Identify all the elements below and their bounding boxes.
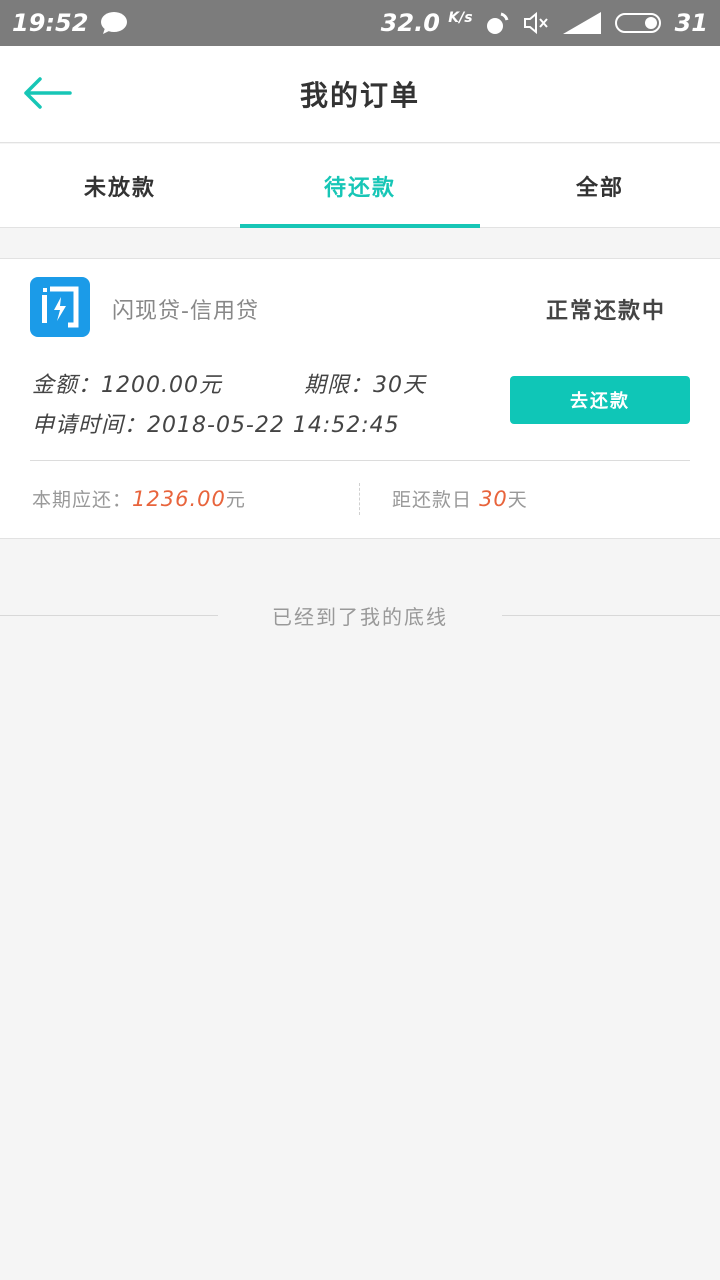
product-logo-icon xyxy=(42,286,79,328)
order-status: 正常还款中 xyxy=(545,299,666,324)
footer-separator xyxy=(359,483,360,515)
chat-bubble-icon xyxy=(100,11,128,35)
days-until-due: 距还款日 30天 xyxy=(392,485,528,512)
days-left-unit: 天 xyxy=(507,489,528,511)
term-value: 30天 xyxy=(373,373,427,398)
tab-all[interactable]: 全部 xyxy=(480,144,720,227)
current-due: 本期应还：1236.00元 xyxy=(32,485,246,512)
tab-unreleased[interactable]: 未放款 xyxy=(0,144,240,227)
battery-icon xyxy=(614,12,663,34)
status-bar-left: 19:52 xyxy=(12,9,128,37)
term-label: 期限： xyxy=(304,373,374,398)
current-due-value: 1236.00 xyxy=(132,487,226,511)
mute-icon xyxy=(523,11,549,35)
end-rule-left xyxy=(0,614,218,616)
status-bar: 19:52 32.0 K/s 31 xyxy=(0,0,720,46)
amount-label: 金额： xyxy=(32,373,102,398)
hotspot-icon xyxy=(485,10,511,36)
amount-value: 1200.00元 xyxy=(101,373,222,398)
loan-term: 期限：30天 xyxy=(304,367,426,399)
order-tabs: 未放款 待还款 全部 xyxy=(0,144,720,228)
apply-time-label: 申请时间： xyxy=(32,413,148,438)
repay-button[interactable]: 去还款 xyxy=(510,376,690,424)
current-due-unit: 元 xyxy=(225,489,246,511)
loan-amount: 金额：1200.00元 xyxy=(32,367,222,399)
battery-level: 31 xyxy=(674,9,708,37)
status-time: 19:52 xyxy=(12,9,89,37)
end-rule-right xyxy=(502,614,720,616)
current-due-label: 本期应还： xyxy=(32,489,133,511)
page-title: 我的订单 xyxy=(299,79,420,112)
days-left-value: 30 xyxy=(479,487,508,511)
product-logo xyxy=(30,277,90,337)
apply-time-value: 2018-05-22 14:52:45 xyxy=(147,413,400,438)
apply-time: 申请时间：2018-05-22 14:52:45 xyxy=(32,407,400,439)
network-speed: 32.0 K/s xyxy=(381,9,473,37)
tab-pending-repayment[interactable]: 待还款 xyxy=(240,144,480,228)
end-of-list-text: 已经到了我的底线 xyxy=(272,604,448,629)
end-of-list: 已经到了我的底线 xyxy=(0,600,720,630)
network-speed-unit: K/s xyxy=(448,10,473,26)
product-name: 闪现贷-信用贷 xyxy=(112,299,259,324)
order-card[interactable]: 闪现贷-信用贷 正常还款中 金额：1200.00元 期限：30天 申请时间：20… xyxy=(0,258,720,539)
card-divider xyxy=(30,460,690,461)
status-bar-right: 32.0 K/s 31 xyxy=(381,9,708,37)
network-speed-value: 32.0 xyxy=(380,9,440,37)
4g-signal-icon xyxy=(561,10,603,36)
app-bar: 我的订单 xyxy=(0,46,720,143)
days-left-label: 距还款日 xyxy=(392,489,473,511)
